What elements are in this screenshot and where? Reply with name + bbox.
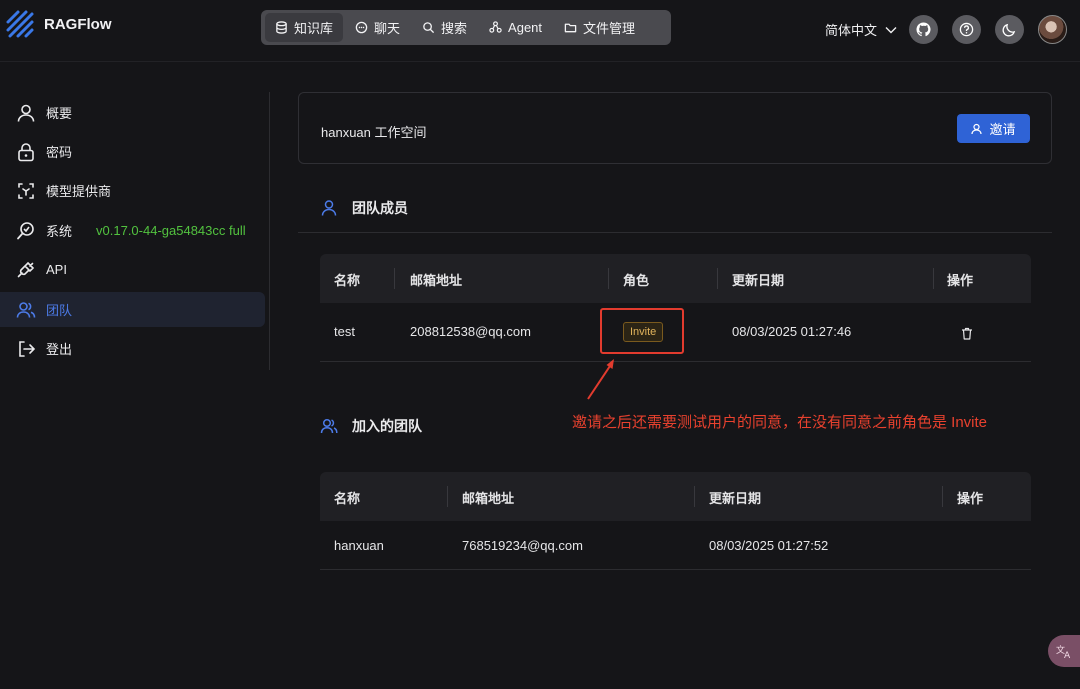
column-header: 邮箱地址 bbox=[410, 273, 463, 288]
column-separator bbox=[447, 486, 448, 507]
table-header: 名称 邮箱地址 更新日期 操作 bbox=[320, 472, 1031, 521]
top-header: RAGFlow 知识库 聊天 搜索 Agent 文件管理 简体中文 bbox=[0, 0, 1080, 62]
nav-label: 搜索 bbox=[441, 21, 468, 36]
team-updated: 08/03/2025 01:27:52 bbox=[709, 538, 829, 553]
invite-button[interactable]: 邀请 bbox=[957, 114, 1030, 143]
folder-icon bbox=[564, 23, 577, 33]
ragflow-logo-icon bbox=[6, 10, 34, 38]
sidebar-divider bbox=[269, 92, 270, 370]
sidebar-item-password[interactable]: 密码 bbox=[0, 134, 265, 169]
team-email: 768519234@qq.com bbox=[462, 538, 583, 553]
table-header: 名称 邮箱地址 角色 更新日期 操作 bbox=[320, 254, 1031, 303]
user-icon bbox=[17, 104, 35, 122]
nav-search[interactable]: 搜索 bbox=[412, 13, 477, 42]
version-text: v0.17.0-44-ga54843cc full bbox=[96, 223, 246, 238]
column-header: 操作 bbox=[947, 273, 974, 288]
workspace-title: hanxuan 工作空间 bbox=[321, 125, 427, 140]
user-icon bbox=[321, 200, 337, 216]
team-members-heading: 团队成员 bbox=[320, 198, 408, 218]
divider bbox=[298, 232, 1052, 233]
svg-text:A: A bbox=[1064, 651, 1071, 659]
nav-label: 知识库 bbox=[294, 21, 334, 36]
language-label: 简体中文 bbox=[825, 23, 878, 38]
annotation-arrow-icon bbox=[587, 359, 614, 400]
workspace-card: hanxuan 工作空间 bbox=[298, 92, 1052, 164]
theme-toggle-button[interactable] bbox=[995, 15, 1024, 44]
column-header: 名称 bbox=[334, 491, 361, 506]
translate-button[interactable]: 文A bbox=[1048, 635, 1080, 667]
nav-knowledge-base[interactable]: 知识库 bbox=[265, 13, 344, 42]
lock-icon bbox=[18, 142, 34, 161]
column-header: 邮箱地址 bbox=[462, 491, 515, 506]
section-title: 加入的团队 bbox=[352, 418, 422, 434]
question-icon bbox=[959, 22, 974, 37]
user-avatar[interactable] bbox=[1038, 15, 1067, 44]
sidebar-item-label: 系统 bbox=[46, 224, 73, 239]
trash-icon[interactable] bbox=[961, 327, 973, 340]
sidebar-item-model-providers[interactable]: 模型提供商 bbox=[0, 173, 265, 208]
nav-label: 文件管理 bbox=[583, 21, 636, 36]
search-icon bbox=[423, 22, 435, 34]
app-logo[interactable]: RAGFlow bbox=[4, 8, 112, 40]
plug-icon bbox=[17, 261, 35, 277]
nav-agent[interactable]: Agent bbox=[479, 13, 552, 42]
column-header: 更新日期 bbox=[732, 273, 785, 288]
sidebar-item-label: 概要 bbox=[46, 106, 73, 121]
sidebar-item-api[interactable]: API bbox=[0, 252, 265, 287]
column-separator bbox=[717, 268, 718, 289]
column-separator bbox=[394, 268, 395, 289]
invite-label: 邀请 bbox=[989, 122, 1016, 137]
users-icon bbox=[320, 418, 338, 434]
column-header: 名称 bbox=[334, 273, 361, 288]
github-button[interactable] bbox=[909, 15, 938, 44]
nav-label: 聊天 bbox=[374, 21, 401, 36]
column-header: 操作 bbox=[957, 491, 984, 506]
chat-icon bbox=[355, 21, 368, 34]
language-select[interactable]: 简体中文 bbox=[825, 20, 897, 39]
annotation-highlight-box bbox=[600, 308, 684, 354]
moon-icon bbox=[1002, 23, 1016, 37]
column-separator bbox=[694, 486, 695, 507]
main-nav: 知识库 聊天 搜索 Agent 文件管理 bbox=[261, 10, 671, 45]
sidebar-item-team[interactable]: 团队 bbox=[0, 292, 265, 327]
team-name: hanxuan bbox=[334, 538, 384, 553]
sidebar-item-profile[interactable]: 概要 bbox=[0, 95, 265, 130]
sidebar-item-logout[interactable]: 登出 bbox=[0, 331, 265, 366]
logout-icon bbox=[19, 340, 36, 357]
user-plus-icon bbox=[971, 123, 983, 134]
database-icon bbox=[276, 21, 287, 34]
member-email: 208812538@qq.com bbox=[410, 324, 531, 339]
nav-label: Agent bbox=[508, 20, 543, 35]
section-title: 团队成员 bbox=[352, 200, 408, 216]
sidebar-item-label: API bbox=[46, 262, 67, 277]
sidebar-item-label: 密码 bbox=[46, 145, 73, 160]
column-separator bbox=[942, 486, 943, 507]
github-icon bbox=[916, 22, 931, 37]
sidebar-item-system[interactable]: 系统 v0.17.0-44-ga54843cc full bbox=[0, 213, 265, 248]
table-row: hanxuan 768519234@qq.com 08/03/2025 01:2… bbox=[320, 521, 1031, 570]
system-icon bbox=[17, 221, 34, 239]
annotation-text: 邀请之后还需要测试用户的同意，在没有同意之前角色是 Invite bbox=[572, 414, 988, 431]
sidebar-item-label: 模型提供商 bbox=[46, 184, 112, 199]
app-name: RAGFlow bbox=[44, 15, 112, 33]
column-separator bbox=[608, 268, 609, 289]
joined-teams-table: 名称 邮箱地址 更新日期 操作 hanxuan 768519234@qq.com… bbox=[320, 472, 1031, 570]
member-updated: 08/03/2025 01:27:46 bbox=[732, 324, 852, 339]
team-icon bbox=[16, 301, 36, 318]
joined-teams-heading: 加入的团队 bbox=[320, 416, 422, 436]
help-button[interactable] bbox=[952, 15, 981, 44]
member-name: test bbox=[334, 324, 355, 339]
column-header: 角色 bbox=[623, 273, 650, 288]
column-header: 更新日期 bbox=[709, 491, 762, 506]
column-separator bbox=[933, 268, 934, 289]
nav-file-management[interactable]: 文件管理 bbox=[554, 13, 645, 42]
model-icon bbox=[18, 182, 34, 199]
sidebar-item-label: 团队 bbox=[46, 303, 73, 318]
nav-chat[interactable]: 聊天 bbox=[345, 13, 410, 42]
agent-icon bbox=[489, 21, 502, 33]
translate-icon: 文A bbox=[1056, 644, 1071, 659]
chevron-down-icon bbox=[885, 26, 897, 33]
sidebar-item-label: 登出 bbox=[46, 342, 73, 357]
